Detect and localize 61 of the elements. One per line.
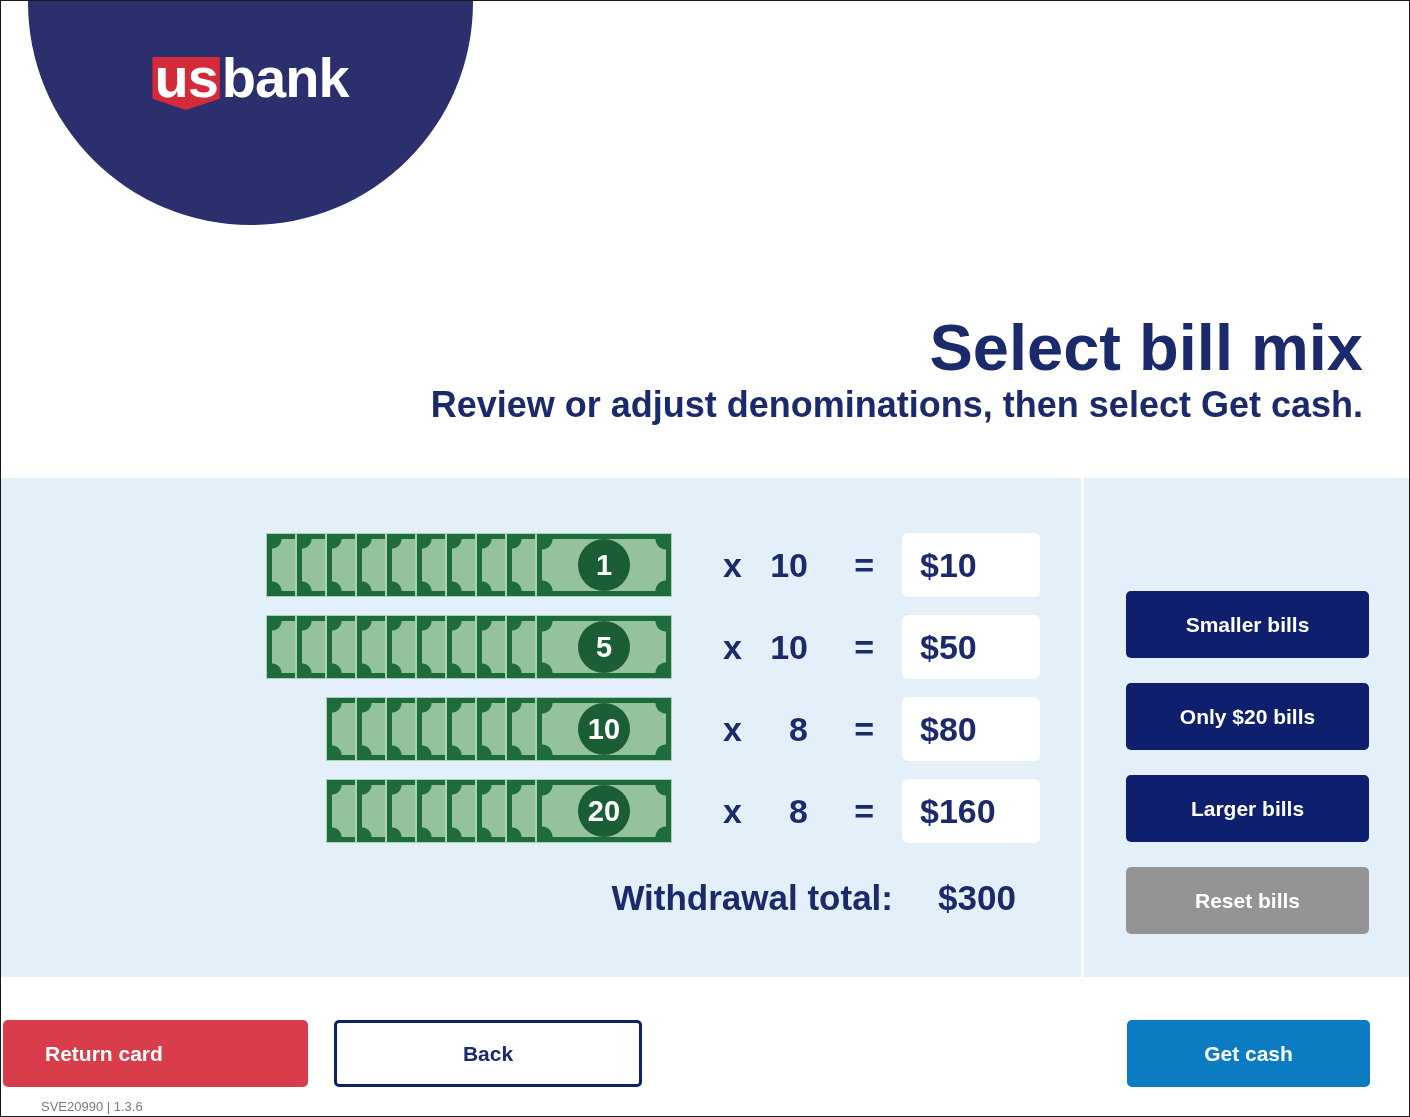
get-cash-button[interactable]: Get cash	[1127, 1020, 1370, 1087]
bill-icon	[327, 616, 355, 678]
amount-display: $50	[902, 615, 1040, 679]
bill-count: 10	[770, 545, 808, 585]
bill-mix-button[interactable]: Only $20 bills	[1126, 683, 1369, 750]
bill-icon	[447, 780, 475, 842]
page-title: Select bill mix	[929, 310, 1363, 385]
bill-icon	[357, 534, 385, 596]
bill-icon	[477, 780, 505, 842]
bill-count: 8	[789, 709, 808, 749]
bill-icon	[357, 616, 385, 678]
multiply-sign: x	[723, 627, 742, 667]
multiply-sign: x	[723, 791, 742, 831]
bill-icon	[327, 698, 355, 760]
bill-mix-button[interactable]: Smaller bills	[1126, 591, 1369, 658]
total-label: Withdrawal total:	[611, 878, 893, 918]
bill-count: 8	[789, 791, 808, 831]
bill-icon	[387, 780, 415, 842]
bill-icon	[477, 616, 505, 678]
multiply-sign: x	[723, 709, 742, 749]
bill-icon	[417, 616, 445, 678]
bill-icon	[387, 698, 415, 760]
equals-sign: =	[854, 627, 874, 667]
bill-icon	[297, 616, 325, 678]
bill-icon	[267, 616, 295, 678]
bill-icon	[447, 616, 475, 678]
equals-sign: =	[854, 709, 874, 749]
bill-icon	[417, 698, 445, 760]
back-button[interactable]: Back	[334, 1020, 642, 1087]
bill-icon	[267, 534, 295, 596]
equals-sign: =	[854, 545, 874, 585]
amount-display: $80	[902, 697, 1040, 761]
bill-icon	[327, 534, 355, 596]
bill-icon	[417, 780, 445, 842]
amount-display: $160	[902, 779, 1040, 843]
bill-icon	[387, 534, 415, 596]
page-subtitle: Review or adjust denominations, then select Get cash.	[430, 385, 1363, 425]
bill-icon	[477, 698, 505, 760]
equals-sign: =	[854, 791, 874, 831]
denomination-badge: 5	[578, 621, 630, 673]
bill-icon	[297, 534, 325, 596]
bill-icon	[447, 698, 475, 760]
version-label: SVE20990 | 1.3.6	[41, 1099, 143, 1114]
bill-icon	[447, 534, 475, 596]
return-card-button[interactable]: Return card	[3, 1020, 308, 1087]
multiply-sign: x	[723, 545, 742, 585]
total-amount: $300	[938, 878, 1016, 918]
denomination-badge: 10	[578, 703, 630, 755]
logo-mark: us	[152, 57, 220, 110]
bill-icon	[357, 780, 385, 842]
bill-icon	[417, 534, 445, 596]
bill-count: 10	[770, 627, 808, 667]
bill-icon	[477, 534, 505, 596]
logo-wordmark: bank	[221, 57, 349, 99]
amount-display: $10	[902, 533, 1040, 597]
bill-mix-button[interactable]: Larger bills	[1126, 775, 1369, 842]
bill-icon	[327, 780, 355, 842]
denomination-badge: 1	[578, 539, 630, 591]
bill-icon	[357, 698, 385, 760]
bill-icon	[387, 616, 415, 678]
denomination-badge: 20	[578, 785, 630, 837]
